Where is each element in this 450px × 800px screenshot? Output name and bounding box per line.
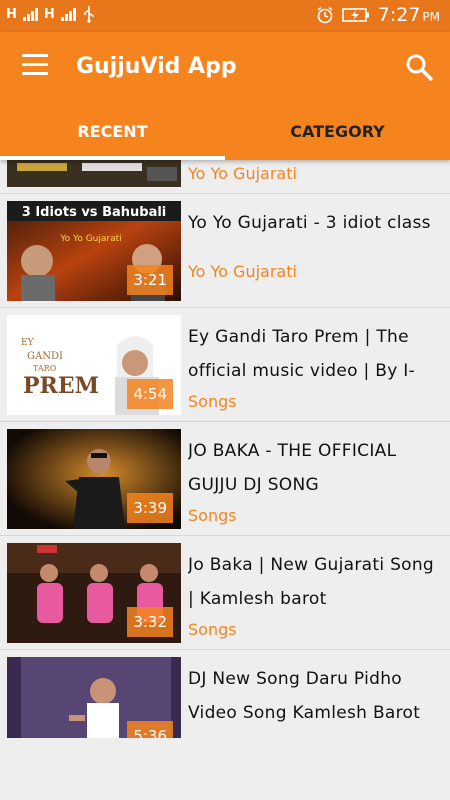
video-item[interactable]: 3 Idiots vs Bahubali Yo Yo Gujarati 3:21…	[0, 194, 450, 308]
video-item[interactable]: Yo Yo Gujarati	[0, 160, 450, 194]
video-duration: 3:32	[127, 607, 173, 637]
video-duration: 3:21	[127, 265, 173, 295]
video-title: Ey Gandi Taro Prem | The official music …	[188, 327, 416, 381]
video-thumbnail: 3 Idiots vs Bahubali Yo Yo Gujarati 3:21	[7, 201, 181, 301]
status-bar: H H 7:27 PM	[0, 0, 450, 32]
video-thumbnail: 3:39	[7, 429, 181, 529]
usb-icon	[83, 6, 94, 23]
signal-icon	[22, 7, 38, 21]
tab-indicator	[0, 156, 225, 160]
clock: 7:27 PM	[377, 4, 440, 26]
network-type-icon-2: H	[43, 6, 55, 22]
video-thumbnail: 3:32	[7, 543, 181, 643]
tab-category-label: CATEGORY	[290, 122, 385, 141]
video-duration: 5:36	[127, 721, 173, 738]
video-duration: 4:54	[127, 379, 173, 409]
video-item[interactable]: EY GANDI TARO PREM 4:54 Ey Gandi Taro Pr…	[0, 308, 450, 422]
video-title: Jo Baka | New Gujarati Song | Kamlesh ba…	[188, 555, 435, 609]
search-icon[interactable]	[404, 52, 434, 82]
video-thumbnail: EY GANDI TARO PREM 4:54	[7, 315, 181, 415]
svg-text:Yo Yo Gujarati: Yo Yo Gujarati	[59, 234, 121, 244]
video-category: Yo Yo Gujarati	[188, 262, 297, 281]
tab-recent-label: RECENT	[77, 122, 148, 141]
video-title: DJ New Song Daru Pidho Video Song Kamles…	[188, 669, 421, 723]
hamburger-icon[interactable]	[22, 54, 48, 76]
video-category: Songs	[188, 620, 237, 639]
status-right-icons: 7:27 PM	[316, 4, 440, 26]
signal-icon-2	[60, 7, 76, 21]
video-title: JO BAKA - THE OFFICIAL GUJJU DJ SONG	[188, 441, 397, 495]
app-title: GujjuVid App	[76, 54, 237, 79]
svg-text:PREM: PREM	[23, 373, 99, 399]
video-list[interactable]: Yo Yo Gujarati 3 Idiots vs Bahubali Yo Y…	[0, 160, 450, 738]
network-type-icon: H	[6, 6, 17, 22]
svg-text:GANDI: GANDI	[27, 351, 63, 362]
thumbnail-caption: 3 Idiots vs Bahubali	[22, 205, 167, 220]
alarm-icon	[317, 6, 333, 24]
video-duration: 3:39	[127, 493, 173, 523]
svg-text:TARO: TARO	[33, 364, 57, 373]
tab-recent[interactable]: RECENT	[0, 112, 225, 160]
battery-charging-icon	[341, 8, 369, 22]
video-category: Songs	[188, 392, 237, 411]
video-item[interactable]: 3:39 JO BAKA - THE OFFICIAL GUJJU DJ SON…	[0, 422, 450, 536]
app-bar: GujjuVid App RECENT CATEGORY	[0, 32, 450, 160]
video-item[interactable]: 5:36 DJ New Song Daru Pidho Video Song K…	[0, 650, 450, 738]
video-category: Songs	[188, 506, 237, 525]
empty-bottom-area	[0, 738, 450, 800]
video-category: Yo Yo Gujarati	[188, 164, 297, 183]
video-item[interactable]: 3:32 Jo Baka | New Gujarati Song | Kamle…	[0, 536, 450, 650]
video-thumbnail: 5:36	[7, 657, 181, 738]
video-thumbnail	[7, 160, 181, 187]
status-left-icons: H H	[6, 5, 96, 23]
svg-text:EY: EY	[21, 338, 35, 348]
tab-category[interactable]: CATEGORY	[225, 112, 450, 160]
